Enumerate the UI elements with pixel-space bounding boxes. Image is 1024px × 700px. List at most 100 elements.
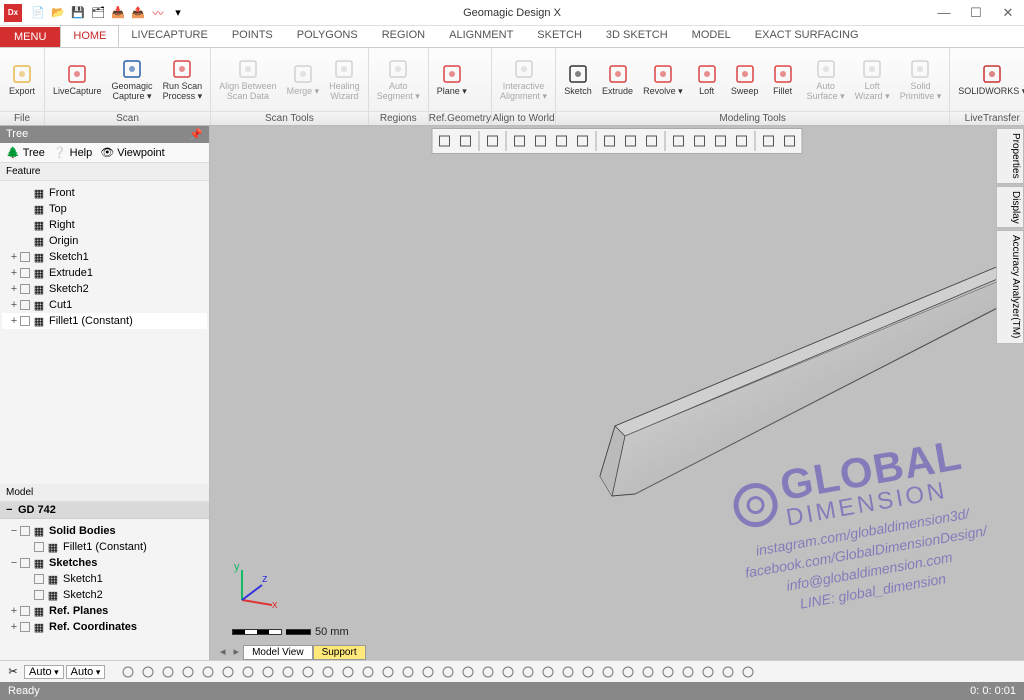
properties-tab[interactable]: Properties (996, 128, 1024, 184)
visibility-checkbox[interactable] (20, 268, 30, 278)
tab-next-icon[interactable]: ▸ (230, 645, 244, 660)
tree-item-extrude1[interactable]: +▦Extrude1 (2, 265, 207, 281)
tree-item-right[interactable]: ▦Right (2, 217, 207, 233)
bottom-tool-2[interactable] (159, 663, 177, 681)
visibility-checkbox[interactable] (20, 284, 30, 294)
tree-item-fillet1-constant-[interactable]: ▦Fillet1 (Constant) (2, 539, 207, 555)
qat-redo-icon[interactable]: 📤 (130, 5, 146, 21)
bottom-tool-7[interactable] (259, 663, 277, 681)
vp-wire1-icon[interactable] (669, 131, 689, 151)
tree-item-top[interactable]: ▦Top (2, 201, 207, 217)
vp-grid-icon[interactable] (483, 131, 503, 151)
vp-box-icon[interactable] (642, 131, 662, 151)
tab-prev-icon[interactable]: ◂ (216, 645, 230, 660)
visibility-checkbox[interactable] (34, 574, 44, 584)
tab-exact-surfacing[interactable]: EXACT SURFACING (743, 25, 871, 47)
bottom-tool-30[interactable] (719, 663, 737, 681)
bottom-tool-21[interactable] (539, 663, 557, 681)
tree-tab-help[interactable]: ❔Help (53, 146, 92, 159)
bottom-tool-12[interactable] (359, 663, 377, 681)
tree-item-solid-bodies[interactable]: −▦Solid Bodies (2, 523, 207, 539)
tab-region[interactable]: REGION (370, 25, 437, 47)
model-root[interactable]: −GD 742 (0, 502, 209, 519)
bottom-tool-31[interactable] (739, 663, 757, 681)
visibility-checkbox[interactable] (20, 526, 30, 536)
visibility-checkbox[interactable] (20, 252, 30, 262)
tree-item-fillet1-constant-[interactable]: +▦Fillet1 (Constant) (2, 313, 207, 329)
bottom-tool-0[interactable] (119, 663, 137, 681)
extrude-button[interactable]: Extrude (598, 60, 637, 99)
accuracy-analyzer-tab[interactable]: Accuracy Analyzer(TM) (996, 230, 1024, 343)
bottom-tool-11[interactable] (339, 663, 357, 681)
tree-item-sketches[interactable]: −▦Sketches (2, 555, 207, 571)
qat-dropdown-icon[interactable]: ▾ (170, 5, 186, 21)
sketch-button[interactable]: Sketch (560, 60, 596, 99)
tab-polygons[interactable]: POLYGONS (285, 25, 370, 47)
vp-idk-icon[interactable] (573, 131, 593, 151)
loft-button[interactable]: Loft (689, 60, 725, 99)
vp-arrow-icon[interactable] (600, 131, 620, 151)
bottom-tool-13[interactable] (379, 663, 397, 681)
livecapture-button[interactable]: LiveCapture (49, 60, 106, 99)
tab-model[interactable]: MODEL (680, 25, 743, 47)
vp-wire2-icon[interactable] (690, 131, 710, 151)
vp-bars-icon[interactable] (552, 131, 572, 151)
fillet-button[interactable]: Fillet (765, 60, 801, 99)
minimize-button[interactable]: — (928, 0, 960, 26)
vp-shade2-icon[interactable] (780, 131, 800, 151)
visibility-checkbox[interactable] (34, 590, 44, 600)
tab-points[interactable]: POINTS (220, 25, 285, 47)
tree-item-cut1[interactable]: +▦Cut1 (2, 297, 207, 313)
tool-icon[interactable]: ✂ (4, 663, 22, 681)
bottom-tool-15[interactable] (419, 663, 437, 681)
vp-layers-icon[interactable] (510, 131, 530, 151)
solidworks-button[interactable]: SOLIDWORKS ▾ (954, 60, 1024, 99)
visibility-checkbox[interactable] (20, 622, 30, 632)
auto-dropdown-1[interactable]: Auto ▾ (24, 665, 64, 679)
tree-item-sketch1[interactable]: ▦Sketch1 (2, 571, 207, 587)
pin-icon[interactable]: 📌 (189, 128, 203, 141)
viewport[interactable]: GLOBAL DIMENSION instagram.com/globaldim… (210, 126, 1024, 660)
bottom-tool-22[interactable] (559, 663, 577, 681)
menu-tab[interactable]: MENU (0, 27, 60, 47)
auto-dropdown-2[interactable]: Auto ▾ (66, 665, 106, 679)
tree-item-sketch2[interactable]: +▦Sketch2 (2, 281, 207, 297)
vp-cut-icon[interactable] (621, 131, 641, 151)
bottom-tool-9[interactable] (299, 663, 317, 681)
tree-item-front[interactable]: ▦Front (2, 185, 207, 201)
vp-wire4-icon[interactable] (732, 131, 752, 151)
bottom-tool-29[interactable] (699, 663, 717, 681)
visibility-checkbox[interactable] (20, 300, 30, 310)
display-tab[interactable]: Display (996, 186, 1024, 229)
qat-undo-icon[interactable]: 📥 (110, 5, 126, 21)
bottom-tool-16[interactable] (439, 663, 457, 681)
qat-open-icon[interactable]: 📂 (50, 5, 66, 21)
tab-3d-sketch[interactable]: 3D SKETCH (594, 25, 680, 47)
plane-button[interactable]: Plane ▾ (433, 60, 471, 99)
tab-home[interactable]: HOME (60, 25, 119, 47)
bottom-tool-20[interactable] (519, 663, 537, 681)
bottom-tool-23[interactable] (579, 663, 597, 681)
visibility-checkbox[interactable] (20, 606, 30, 616)
tab-sketch[interactable]: SKETCH (525, 25, 594, 47)
tab-model-view[interactable]: Model View (243, 645, 313, 660)
vp-wire3-icon[interactable] (711, 131, 731, 151)
tab-alignment[interactable]: ALIGNMENT (437, 25, 525, 47)
tree-tab-tree[interactable]: 🌲Tree (6, 146, 45, 159)
export-button[interactable]: Export (4, 60, 40, 99)
vp-shade1-icon[interactable] (759, 131, 779, 151)
qat-saveall-icon[interactable]: 🗂 (90, 5, 106, 21)
visibility-checkbox[interactable] (20, 316, 30, 326)
tab-livecapture[interactable]: LIVECAPTURE (119, 25, 219, 47)
visibility-checkbox[interactable] (34, 542, 44, 552)
visibility-checkbox[interactable] (20, 558, 30, 568)
run-scan-process-button[interactable]: Run Scan Process ▾ (159, 55, 207, 104)
bottom-tool-5[interactable] (219, 663, 237, 681)
bottom-tool-1[interactable] (139, 663, 157, 681)
geomagic-capture-button[interactable]: Geomagic Capture ▾ (108, 55, 157, 104)
sweep-button[interactable]: Sweep (727, 60, 763, 99)
tree-tab-viewpoint[interactable]: 👁Viewpoint (100, 146, 164, 159)
bottom-tool-17[interactable] (459, 663, 477, 681)
maximize-button[interactable]: ☐ (960, 0, 992, 26)
bottom-tool-8[interactable] (279, 663, 297, 681)
